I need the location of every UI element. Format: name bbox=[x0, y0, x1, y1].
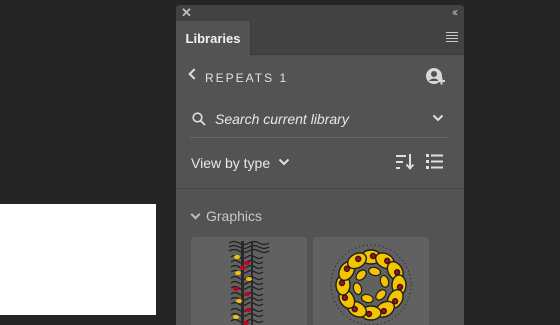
search-input[interactable]: Search current library bbox=[215, 111, 349, 127]
divider bbox=[176, 188, 464, 189]
panel-tab-row: Libraries bbox=[176, 21, 464, 55]
panel-titlebar: ✕ ‹‹ bbox=[176, 5, 464, 21]
chevron-down-icon[interactable] bbox=[190, 209, 201, 220]
search-icon bbox=[192, 112, 206, 126]
search-bar[interactable]: Search current library bbox=[190, 101, 448, 138]
add-user-icon[interactable] bbox=[425, 67, 445, 87]
graphic-thumbnail[interactable] bbox=[313, 237, 429, 325]
view-options-row: View by type bbox=[190, 147, 448, 177]
close-icon[interactable]: ✕ bbox=[181, 6, 192, 20]
tab-libraries[interactable]: Libraries bbox=[176, 21, 251, 55]
paisley-wreath-graphic bbox=[330, 244, 412, 325]
graphic-thumbnail[interactable] bbox=[191, 237, 307, 325]
list-view-icon[interactable] bbox=[426, 154, 443, 170]
libraries-panel: ✕ ‹‹ Libraries REPEATS 1 Search current … bbox=[176, 5, 464, 325]
section-label: Graphics bbox=[206, 208, 263, 224]
view-by-type-dropdown[interactable]: View by type bbox=[191, 155, 270, 171]
chevron-left-icon[interactable] bbox=[188, 68, 200, 80]
library-name[interactable]: REPEATS 1 bbox=[205, 71, 288, 85]
document-canvas bbox=[0, 204, 156, 315]
hamburger-menu-icon[interactable] bbox=[446, 32, 458, 42]
double-chevron-left-icon[interactable]: ‹‹ bbox=[452, 5, 458, 20]
pattern-strip-graphic bbox=[228, 240, 270, 325]
chevron-down-icon[interactable] bbox=[278, 158, 290, 166]
chevron-down-icon[interactable] bbox=[432, 114, 444, 122]
library-header: REPEATS 1 bbox=[176, 55, 464, 101]
sort-icon[interactable] bbox=[396, 154, 414, 170]
